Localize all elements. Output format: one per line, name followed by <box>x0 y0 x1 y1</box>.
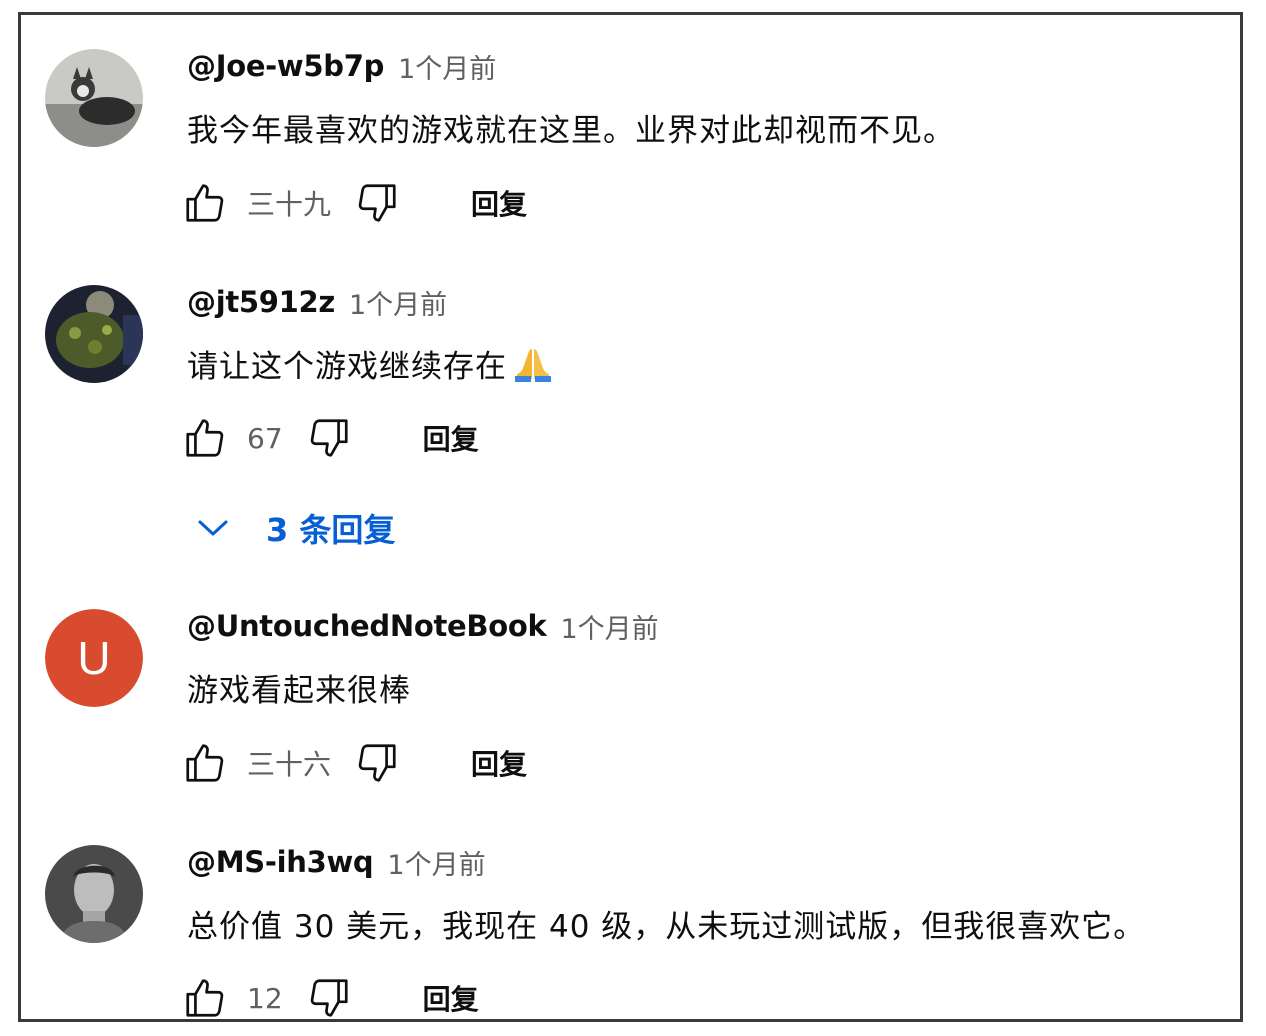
replies-count-label: 3 条回复 <box>266 511 396 549</box>
author-name[interactable]: @UntouchedNoteBook <box>187 609 547 643</box>
comment-header: @jt5912z 1个月前 <box>187 282 447 322</box>
thumbs-up-icon[interactable] <box>181 974 229 1022</box>
reply-button[interactable]: 回复 <box>423 978 479 1018</box>
view-replies-button[interactable]: 3 条回复 <box>196 505 395 551</box>
comment-header: @MS-ih3wq 1个月前 <box>187 842 486 882</box>
like-count: 12 <box>247 981 283 1015</box>
avatar[interactable] <box>45 285 143 383</box>
comment-actions: 67 回复 <box>181 413 479 463</box>
thumbs-up-icon[interactable] <box>181 414 229 462</box>
comment-header: @UntouchedNoteBook 1个月前 <box>187 606 659 646</box>
comment-text: 我今年最喜欢的游戏就在这里。业界对此却视而不见。 <box>187 113 955 149</box>
timestamp[interactable]: 1个月前 <box>349 283 447 322</box>
timestamp[interactable]: 1个月前 <box>560 607 658 646</box>
thumbs-down-icon[interactable] <box>353 179 401 227</box>
reply-button[interactable]: 回复 <box>471 183 527 223</box>
comment-header: @Joe-w5b7p 1个月前 <box>187 46 496 86</box>
chevron-down-icon <box>196 516 230 540</box>
thumbs-down-icon[interactable] <box>353 739 401 787</box>
avatar[interactable] <box>45 845 143 943</box>
author-name[interactable]: @MS-ih3wq <box>187 845 374 879</box>
thumbs-up-icon[interactable] <box>181 739 229 787</box>
reply-button[interactable]: 回复 <box>471 743 527 783</box>
folded-hands-emoji <box>513 343 553 391</box>
comment-text: 请让这个游戏继续存在 <box>187 341 553 391</box>
timestamp[interactable]: 1个月前 <box>398 47 496 86</box>
like-count: 67 <box>247 421 283 455</box>
avatar[interactable] <box>45 49 143 147</box>
author-name[interactable]: @Joe-w5b7p <box>187 49 384 83</box>
reply-button[interactable]: 回复 <box>423 418 479 458</box>
thumbs-up-icon[interactable] <box>181 179 229 227</box>
comment-text: 游戏看起来很棒 <box>187 673 411 709</box>
like-count: 三十六 <box>247 748 332 781</box>
avatar[interactable]: U <box>45 609 143 707</box>
comment-actions: 12 回复 <box>181 973 479 1023</box>
comment-actions: 三十六 回复 <box>181 738 527 788</box>
timestamp[interactable]: 1个月前 <box>387 843 485 882</box>
comment-text-content: 请让这个游戏继续存在 <box>187 349 507 385</box>
comment-actions: 三十九 回复 <box>181 178 527 228</box>
like-count: 三十九 <box>247 188 332 221</box>
comment-text: 总价值 30 美元，我现在 40 级，从未玩过测试版，但我很喜欢它。 <box>187 909 1146 945</box>
thumbs-down-icon[interactable] <box>305 974 353 1022</box>
avatar-letter: U <box>77 632 111 684</box>
comments-panel: @Joe-w5b7p 1个月前 我今年最喜欢的游戏就在这里。业界对此却视而不见。… <box>18 12 1243 1022</box>
author-name[interactable]: @jt5912z <box>187 285 335 319</box>
thumbs-down-icon[interactable] <box>305 414 353 462</box>
